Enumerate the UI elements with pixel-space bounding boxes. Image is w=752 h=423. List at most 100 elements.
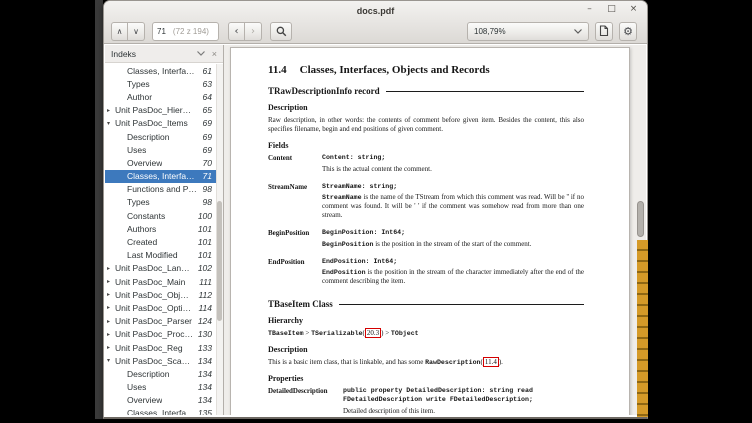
- expander-icon[interactable]: ▸: [107, 265, 115, 272]
- index-item[interactable]: Authors101: [105, 222, 223, 235]
- index-item[interactable]: ▸Unit PasDoc_Reg133: [105, 341, 223, 354]
- expander-icon[interactable]: ▾: [107, 357, 115, 364]
- index-item-selected[interactable]: Classes, Interfa…71: [105, 170, 223, 183]
- field-row: Content Content: string; This is the act…: [268, 154, 584, 178]
- background-orange-strip: [637, 240, 648, 417]
- pdf-page[interactable]: 11.4 Classes, Interfaces, Objects and Re…: [230, 47, 630, 415]
- properties-heading: Properties: [268, 374, 584, 383]
- property-declaration-line: public property DetailedDescription: str…: [343, 387, 630, 396]
- window-title: docs.pdf: [104, 4, 647, 16]
- index-item[interactable]: ▸Unit PasDoc_Proc…130: [105, 328, 223, 341]
- expander-icon[interactable]: ▸: [107, 291, 115, 298]
- index-item[interactable]: ▾Unit PasDoc_Items69: [105, 117, 223, 130]
- index-list: Classes, Interfa…61 Types63 Author64 ▸Un…: [105, 63, 223, 415]
- expander-icon[interactable]: ▸: [107, 304, 115, 311]
- expander-icon[interactable]: ▾: [107, 120, 115, 127]
- index-item[interactable]: Uses134: [105, 381, 223, 394]
- index-item[interactable]: ▸Unit PasDoc_Obj…112: [105, 288, 223, 301]
- section-number: 11.4: [268, 64, 287, 76]
- index-item[interactable]: ▸Unit PasDoc_Main111: [105, 275, 223, 288]
- heading-rule: [386, 91, 584, 92]
- chevron-down-icon[interactable]: [197, 51, 205, 56]
- close-button[interactable]: ×: [629, 4, 638, 14]
- description-heading: Description: [268, 345, 584, 354]
- sidebar-scrollbar-thumb[interactable]: [217, 201, 222, 321]
- index-item[interactable]: Classes, Interfa…135: [105, 407, 223, 415]
- expander-icon[interactable]: ▸: [107, 344, 115, 351]
- index-item[interactable]: Overview134: [105, 394, 223, 407]
- cross-reference-link[interactable]: 11.4: [483, 357, 499, 367]
- index-item[interactable]: Types63: [105, 77, 223, 90]
- background-window-sliver: [95, 0, 103, 419]
- section-heading: 11.4 Classes, Interfaces, Objects and Re…: [268, 64, 584, 76]
- history-forward-button[interactable]: ›: [245, 22, 262, 41]
- hierarchy-line: TBaseItem > TSerializable(20.3) > TObjec…: [268, 329, 584, 338]
- page-view-mode-button[interactable]: [595, 22, 613, 41]
- property-declaration-line: FDetailedDescription write FDetailedDesc…: [343, 396, 630, 405]
- sidebar-pane-selector[interactable]: Indeks: [111, 49, 197, 59]
- history-back-button[interactable]: ‹: [228, 22, 245, 41]
- titlebar[interactable]: docs.pdf – □ ×: [104, 1, 647, 18]
- section-title: Classes, Interfaces, Objects and Records: [300, 64, 490, 76]
- next-page-button[interactable]: ∨: [128, 22, 145, 41]
- cross-reference-link[interactable]: 20.3: [365, 328, 381, 338]
- index-item[interactable]: Last Modified101: [105, 249, 223, 262]
- headerbar: docs.pdf – □ × ∧ ∨ 71 (72 z 194) ‹: [104, 1, 647, 44]
- chevron-down-icon: [574, 29, 582, 34]
- index-item[interactable]: ▸Unit PasDoc_Hier…65: [105, 104, 223, 117]
- previous-page-button[interactable]: ∧: [111, 22, 128, 41]
- desktop-background: docs.pdf – □ × ∧ ∨ 71 (72 z 194) ‹: [0, 0, 752, 423]
- expander-icon[interactable]: ▸: [107, 278, 115, 285]
- page-number-value: 71: [157, 27, 166, 36]
- minimize-button[interactable]: –: [585, 4, 594, 14]
- search-button[interactable]: [270, 22, 292, 41]
- index-item[interactable]: ▸Unit PasDoc_Parser124: [105, 315, 223, 328]
- toolbar: ∧ ∨ 71 (72 z 194) ‹ › 10: [104, 18, 647, 44]
- pdf-viewer-window: docs.pdf – □ × ∧ ∨ 71 (72 z 194) ‹: [103, 0, 648, 419]
- expander-icon[interactable]: ▸: [107, 318, 115, 325]
- zoom-level-value: 108,79%: [474, 27, 506, 36]
- search-icon: [276, 26, 287, 37]
- class-description: This is a basic item class, that is link…: [268, 358, 584, 367]
- class-heading: TBaseItem Class: [268, 299, 584, 309]
- index-item[interactable]: Created101: [105, 235, 223, 248]
- index-item[interactable]: Author64: [105, 90, 223, 103]
- record-heading: TRawDescriptionInfo record: [268, 86, 584, 96]
- page-count-hint: (72 z 194): [173, 27, 209, 36]
- index-item[interactable]: Types98: [105, 196, 223, 209]
- sidebar-header: Indeks ×: [105, 45, 223, 63]
- field-declaration: BeginPosition: Int64;: [322, 229, 584, 238]
- page-number-input[interactable]: 71 (72 z 194): [152, 22, 219, 41]
- index-item[interactable]: Description69: [105, 130, 223, 143]
- index-item[interactable]: Uses69: [105, 143, 223, 156]
- property-row: DetailedDescription public property Deta…: [268, 387, 584, 415]
- index-item[interactable]: Functions and P…98: [105, 183, 223, 196]
- maximize-button[interactable]: □: [607, 4, 616, 14]
- expander-icon[interactable]: ▸: [107, 107, 115, 114]
- document-view: 11.4 Classes, Interfaces, Objects and Re…: [224, 45, 646, 415]
- page-nav-group: ∧ ∨: [111, 22, 145, 41]
- field-row: StreamName StreamName: string; StreamNam…: [268, 183, 584, 225]
- index-item[interactable]: Constants100: [105, 209, 223, 222]
- heading-rule: [339, 304, 584, 305]
- document-content: 11.4 Classes, Interfaces, Objects and Re…: [231, 48, 629, 415]
- window-controls: – □ ×: [585, 4, 638, 14]
- index-item[interactable]: Classes, Interfa…61: [105, 64, 223, 77]
- index-item[interactable]: ▸Unit PasDoc_Lan…102: [105, 262, 223, 275]
- history-nav-group: ‹ ›: [228, 22, 262, 41]
- sidebar: Indeks × Classes, Interfa…61 Types63 Aut…: [105, 45, 224, 415]
- index-item[interactable]: ▸Unit PasDoc_Opti…114: [105, 301, 223, 314]
- window-body: Indeks × Classes, Interfa…61 Types63 Aut…: [105, 45, 646, 415]
- index-item[interactable]: Overview70: [105, 156, 223, 169]
- zoom-level-select[interactable]: 108,79%: [467, 22, 589, 41]
- sidebar-close-icon[interactable]: ×: [212, 49, 217, 59]
- field-row: BeginPosition BeginPosition: Int64; Begi…: [268, 229, 584, 253]
- field-declaration: StreamName: string;: [322, 183, 584, 192]
- index-item[interactable]: Description134: [105, 367, 223, 380]
- index-item[interactable]: ▾Unit PasDoc_Sca…134: [105, 354, 223, 367]
- menu-button[interactable]: ⚙: [619, 22, 637, 41]
- gear-icon: ⚙: [623, 26, 633, 37]
- document-scrollbar-thumb[interactable]: [637, 201, 644, 237]
- expander-icon[interactable]: ▸: [107, 331, 115, 338]
- record-description: Raw description, in other words: the con…: [268, 116, 584, 134]
